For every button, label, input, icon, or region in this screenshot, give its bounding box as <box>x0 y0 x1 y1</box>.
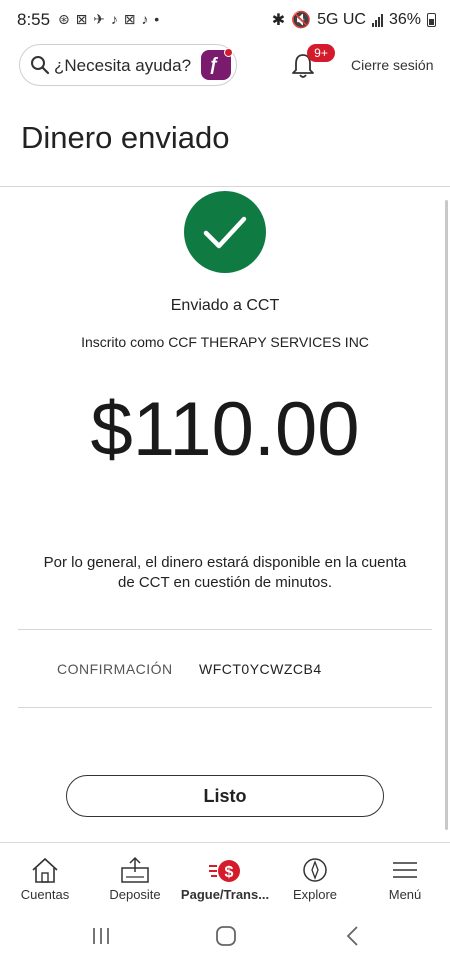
recent-apps-icon[interactable] <box>86 924 116 948</box>
network-label: 5G UC <box>317 11 366 28</box>
confirmation-label: CONFIRMACIÓN <box>57 661 173 677</box>
divider-top <box>18 629 432 630</box>
status-right: ✱ 🔇 5G UC 36% <box>272 10 436 30</box>
availability-message: Por lo general, el dinero estará disponi… <box>24 553 426 593</box>
confirmation-number: WFCT0YCWZCB4 <box>199 661 322 677</box>
registered-as-label: Inscrito como CCF THERAPY SERVICES INC <box>81 334 369 350</box>
status-time: 8:55 <box>17 10 51 29</box>
nav-item-deposit[interactable]: Deposite <box>90 843 180 909</box>
screen: 8:55 ⊛ ⊠ ✈ ♪ ⊠ ♪ • ✱ 🔇 5G UC 36% ¿Necesi… <box>0 0 450 965</box>
search-placeholder: ¿Necesita ayuda? <box>54 56 192 75</box>
nav-label-menu: Menú <box>388 887 422 902</box>
back-icon[interactable] <box>338 924 368 948</box>
bluetooth-icon: ✱ <box>271 12 286 29</box>
status-bar: 8:55 ⊛ ⊠ ✈ ♪ ⊠ ♪ • ✱ 🔇 5G UC 36% <box>0 0 450 38</box>
nav-label-accounts: Cuentas <box>20 887 70 902</box>
page-title: Dinero enviado <box>21 120 230 155</box>
scrollbar[interactable] <box>445 200 448 830</box>
deposit-icon <box>121 856 149 883</box>
battery-label: 36% <box>388 11 421 28</box>
nav-label-explore: Explore <box>292 887 338 902</box>
bottom-nav: Cuentas Deposite $ Pague/Trans... Explor… <box>0 842 450 908</box>
nav-label-deposit: Deposite <box>109 887 161 902</box>
signout-link[interactable]: Cierre sesión <box>351 57 433 73</box>
search-icon <box>31 56 50 75</box>
battery-icon <box>427 13 436 27</box>
availability-line-1: Por lo general, el dinero estará disponi… <box>43 554 407 571</box>
success-check-icon <box>184 191 266 273</box>
nav-item-accounts[interactable]: Cuentas <box>0 843 90 909</box>
nav-item-explore[interactable]: Explore <box>270 843 360 909</box>
amount-sent: $110.00 <box>90 387 360 472</box>
sent-to-label: Enviado a CCT <box>170 297 280 314</box>
home-button-icon[interactable] <box>211 924 241 948</box>
pay-transfer-icon: $ <box>209 860 240 882</box>
nav-item-menu[interactable]: Menú <box>360 843 450 909</box>
system-nav-bar <box>0 908 450 965</box>
nav-label-pay-transfer: Pague/Trans... <box>180 887 270 902</box>
title-divider <box>0 186 450 187</box>
virtual-assistant-icon[interactable]: ƒ <box>201 48 233 80</box>
signal-icon <box>371 13 383 27</box>
mute-icon: 🔇 <box>291 12 312 29</box>
divider-bottom <box>18 707 432 708</box>
notification-icons: ⊛ ⊠ ✈ ♪ ⊠ ♪ • <box>58 11 161 27</box>
notification-badge: 9+ <box>307 44 335 62</box>
availability-line-2: de CCT en cuestión de minutos. <box>117 574 332 591</box>
done-button[interactable]: Listo <box>66 775 384 817</box>
svg-text:$: $ <box>225 864 234 881</box>
menu-icon <box>393 862 417 878</box>
nav-item-pay-transfer[interactable]: $ Pague/Trans... <box>180 843 270 909</box>
home-icon <box>32 857 58 883</box>
compass-icon <box>303 858 327 882</box>
help-search-bar[interactable]: ¿Necesita ayuda? ƒ <box>19 44 237 86</box>
